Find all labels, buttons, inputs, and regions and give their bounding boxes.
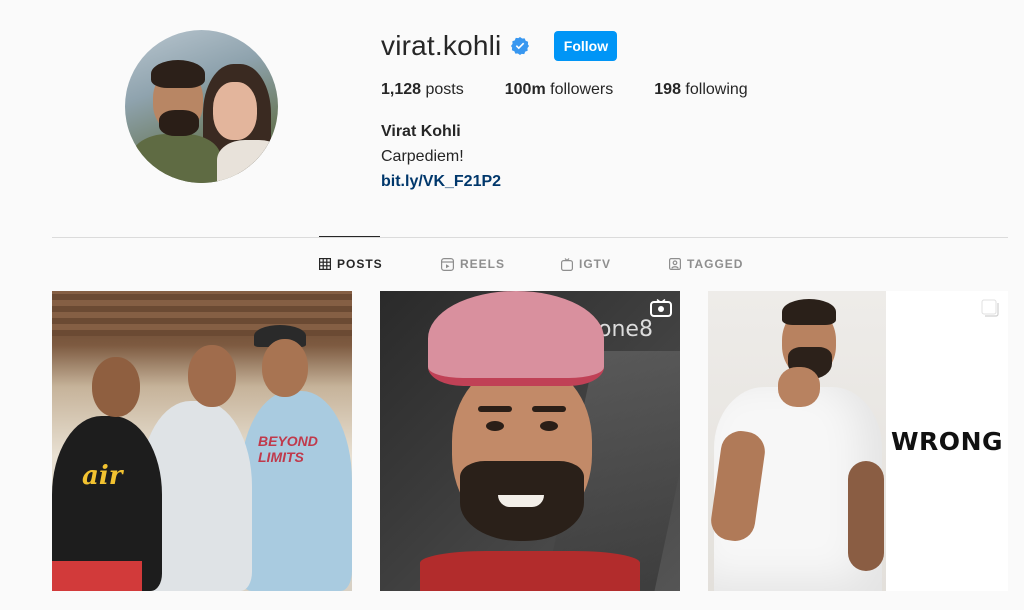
follow-button[interactable]: Follow xyxy=(554,31,618,61)
tab-reels-label: REELS xyxy=(460,257,506,271)
post-image-detail xyxy=(532,406,566,412)
post-image-detail xyxy=(498,495,544,507)
avatar-figure xyxy=(213,82,257,140)
post-brand-text: WRONG xyxy=(890,427,1004,456)
tab-reels[interactable]: REELS xyxy=(441,257,505,271)
post-thumbnail[interactable]: WRONG xyxy=(708,291,1008,591)
post-image-detail xyxy=(782,299,836,325)
avatar-figure xyxy=(131,134,221,183)
profile-full-name: Virat Kohli xyxy=(381,123,461,140)
igtv-icon xyxy=(650,299,672,317)
posts-count-value: 1,128 xyxy=(381,81,422,98)
igtv-icon xyxy=(561,257,573,271)
tab-tagged[interactable]: TAGGED xyxy=(669,257,743,271)
posts-count-label: posts xyxy=(425,81,464,98)
following-count[interactable]: 198 following xyxy=(654,81,747,99)
tab-igtv-label: IGTV xyxy=(579,257,612,271)
profile-avatar[interactable] xyxy=(125,30,278,183)
post-image-detail xyxy=(778,367,820,407)
post-image-detail xyxy=(188,345,236,407)
post-shirt-text: BEYOND LIMITS xyxy=(258,433,318,465)
profile-tabs: POSTS REELS IGTV TAGGED xyxy=(0,257,1024,275)
post-image-detail xyxy=(428,291,604,386)
tabs-divider xyxy=(52,237,1008,238)
post-brand-text: one8 xyxy=(598,317,653,342)
grid-icon xyxy=(319,258,331,270)
followers-count[interactable]: 100m followers xyxy=(505,81,614,99)
post-image-detail xyxy=(540,421,558,431)
post-thumbnail[interactable]: one8 xyxy=(380,291,680,591)
post-shirt-text: air xyxy=(82,461,123,491)
verified-badge-icon xyxy=(510,36,530,56)
tagged-icon xyxy=(669,258,681,270)
post-image-detail xyxy=(262,339,308,397)
tab-posts[interactable]: POSTS xyxy=(319,257,383,271)
profile-link[interactable]: bit.ly/VK_F21P2 xyxy=(381,173,501,191)
profile-header: virat.kohli Follow xyxy=(381,30,618,62)
avatar-figure xyxy=(217,140,278,183)
post-image-detail xyxy=(486,421,504,431)
following-count-label: following xyxy=(685,81,748,98)
post-image-detail xyxy=(52,561,142,591)
active-tab-indicator xyxy=(319,236,380,237)
post-image-detail xyxy=(240,391,352,591)
avatar-figure xyxy=(151,60,205,88)
post-image-detail xyxy=(478,406,512,412)
following-count-value: 198 xyxy=(654,81,681,98)
followers-count-value: 100m xyxy=(504,81,546,98)
posts-count: 1,128 posts xyxy=(381,81,464,99)
post-image-detail xyxy=(848,461,884,571)
post-image-detail xyxy=(92,357,140,417)
reels-icon xyxy=(441,257,454,271)
avatar-figure xyxy=(159,110,199,136)
profile-username: virat.kohli xyxy=(381,30,502,61)
followers-count-label: followers xyxy=(550,81,614,98)
tab-posts-label: POSTS xyxy=(337,257,383,271)
post-image-detail xyxy=(52,291,352,336)
profile-stats: 1,128 posts 100m followers 198 following xyxy=(381,81,789,99)
multi-photo-icon xyxy=(981,299,999,317)
tab-igtv[interactable]: IGTV xyxy=(561,257,611,271)
tab-tagged-label: TAGGED xyxy=(687,257,744,271)
profile-bio: Carpediem! xyxy=(381,148,464,165)
post-image-detail xyxy=(420,551,640,591)
post-thumbnail[interactable]: air BEYOND LIMITS xyxy=(52,291,352,591)
